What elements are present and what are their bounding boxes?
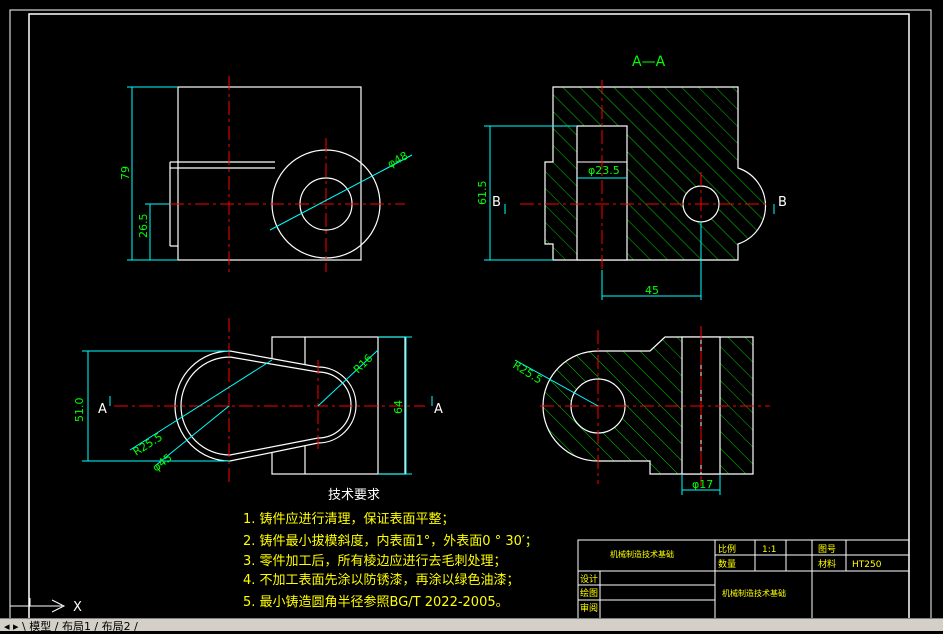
dim-sect-span: 45 (645, 284, 659, 297)
title-review-label: 审阅 (580, 602, 598, 614)
title-drawing-name: 机械制造技术基础 (610, 549, 674, 559)
tech-item: 2. 铸件最小拔模斜度，内表面1°，外表面0 ° 30′； (243, 533, 538, 549)
section-mark-a-right: A (434, 402, 443, 417)
title-drawing-no-label: 图号 (818, 544, 836, 555)
dim-top-r-large: R25.5 (131, 430, 165, 458)
layout-tabs-text[interactable]: ◂ ▸ \ 模型 / 布局1 / 布局2 / (4, 618, 138, 634)
tech-requirements: 技术要求 1. 铸件应进行清理，保证表面平整； 2. 铸件最小拔模斜度，内表面1… (243, 488, 538, 610)
dim-sect-height: 61.5 (476, 181, 489, 206)
front-centerlines (145, 76, 405, 272)
dim-top-height: 64 (392, 400, 405, 414)
section-mark-b-left: B (492, 195, 501, 210)
tech-item: 1. 铸件应进行清理，保证表面平整； (243, 511, 455, 527)
section-title: A—A (632, 54, 666, 70)
title-scale-label: 比例 (718, 543, 736, 555)
section-mark-a-left: A (98, 402, 107, 417)
dim-side-bore: φ17 (692, 478, 713, 491)
section-mark-b-right: B (778, 195, 787, 210)
dim-top-width: 51.0 (73, 398, 86, 423)
cad-drawing: 79 26.5 φ48 A—A 61.5 φ23.5 45 B B 51.0 6… (9, 9, 932, 631)
front-view[interactable] (169, 86, 381, 261)
frame-inner (28, 13, 910, 625)
tech-heading: 技术要求 (328, 488, 380, 503)
tech-item: 3. 零件加工后，所有棱边应进行去毛刺处理； (243, 553, 507, 569)
title-draft-label: 绘图 (580, 587, 598, 599)
title-quantity-label: 数量 (718, 558, 736, 570)
ucs-x-label: X (73, 600, 82, 615)
title-material-label: 材料 (818, 558, 836, 570)
title-part-name: 机械制造技术基础 (722, 588, 786, 598)
tech-item: 4. 不加工表面先涂以防锈漆，再涂以绿色油漆； (243, 572, 520, 588)
dim-front-height: 79 (119, 166, 132, 180)
dim-sect-bore: φ23.5 (588, 164, 620, 177)
title-material-value: HT250 (852, 560, 882, 570)
dim-front-dia: φ48 (385, 149, 410, 170)
dim-top-dia: φ45 (150, 451, 175, 474)
drawing-canvas[interactable]: 79 26.5 φ48 A—A 61.5 φ23.5 45 B B 51.0 6… (0, 0, 943, 631)
tech-item: 5. 最小铸造圆角半径参照BG/T 2022-2005。 (243, 594, 509, 610)
layout-tab-bar[interactable]: ◂ ▸ \ 模型 / 布局1 / 布局2 / (0, 618, 943, 634)
title-scale-value: 1:1 (762, 545, 776, 555)
title-design-label: 设计 (580, 573, 598, 585)
dim-side-radius: R25.5 (510, 359, 544, 387)
section-view[interactable] (544, 86, 767, 261)
ucs-icon (10, 598, 66, 613)
dim-front-lower: 26.5 (137, 214, 150, 239)
